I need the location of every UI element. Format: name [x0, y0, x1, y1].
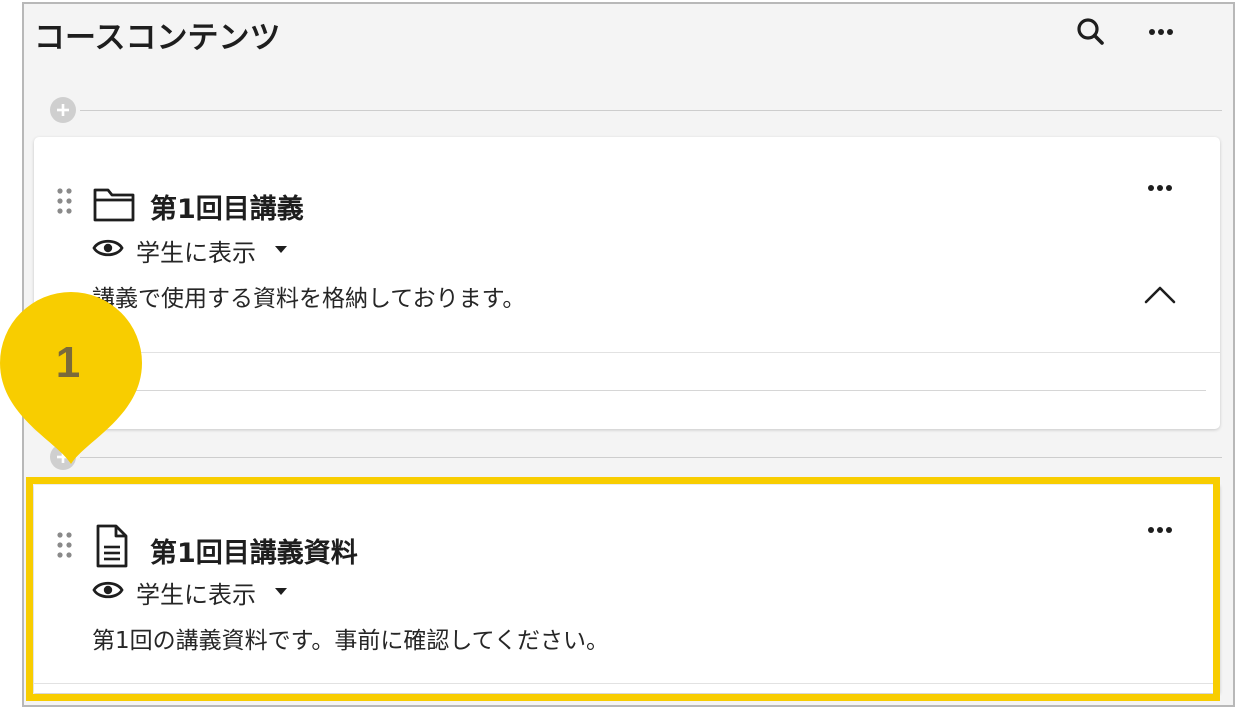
callout-number: 1	[55, 338, 81, 387]
folder-content-divider	[54, 390, 1206, 391]
item-more-button[interactable]	[1140, 173, 1180, 203]
divider-line	[80, 110, 1222, 111]
item-description: 第1回の講義資料です。事前に確認してください。	[92, 628, 609, 654]
caret-down-icon	[275, 588, 287, 595]
item-title[interactable]: 第1回目講義	[150, 187, 304, 226]
collapse-button[interactable]	[1140, 279, 1180, 309]
more-horizontal-icon	[1149, 29, 1173, 35]
page-title: コースコンテンツ	[34, 20, 281, 56]
course-content-panel: コースコンテンツ 第1回目講義 学生に表示 講義で使用する資料を格納しております…	[22, 2, 1235, 707]
visibility-label: 学生に表示	[136, 581, 256, 609]
eye-icon	[92, 239, 124, 257]
divider-line	[80, 457, 1222, 458]
content-item-folder: 第1回目講義 学生に表示 講義で使用する資料を格納しております。	[34, 137, 1220, 429]
drag-handle[interactable]	[56, 187, 74, 217]
content-divider	[50, 442, 1222, 472]
folder-icon	[92, 183, 136, 227]
content-divider	[50, 95, 1222, 125]
add-content-button[interactable]	[50, 97, 76, 123]
drag-handle[interactable]	[56, 531, 74, 561]
document-icon	[92, 523, 132, 573]
item-title[interactable]: 第1回目講義資料	[150, 531, 358, 570]
item-more-button[interactable]	[1140, 515, 1180, 545]
item-description: 講義で使用する資料を格納しております。	[92, 286, 526, 312]
content-item-document: 第1回目講義資料 学生に表示 第1回の講義資料です。事前に確認してください。	[34, 485, 1220, 693]
visibility-label: 学生に表示	[136, 239, 256, 267]
more-horizontal-icon	[1148, 527, 1172, 533]
drag-handle-icon	[57, 188, 72, 214]
card-separator	[34, 683, 1220, 684]
caret-down-icon	[275, 246, 287, 253]
search-button[interactable]	[1071, 12, 1111, 52]
eye-icon	[92, 581, 124, 599]
card-separator	[34, 352, 1220, 353]
chevron-up-icon	[1144, 286, 1176, 304]
search-icon	[1077, 18, 1104, 45]
plus-icon	[57, 104, 69, 116]
drag-handle-icon	[57, 532, 72, 558]
more-horizontal-icon	[1148, 185, 1172, 191]
more-options-button[interactable]	[1141, 12, 1181, 52]
